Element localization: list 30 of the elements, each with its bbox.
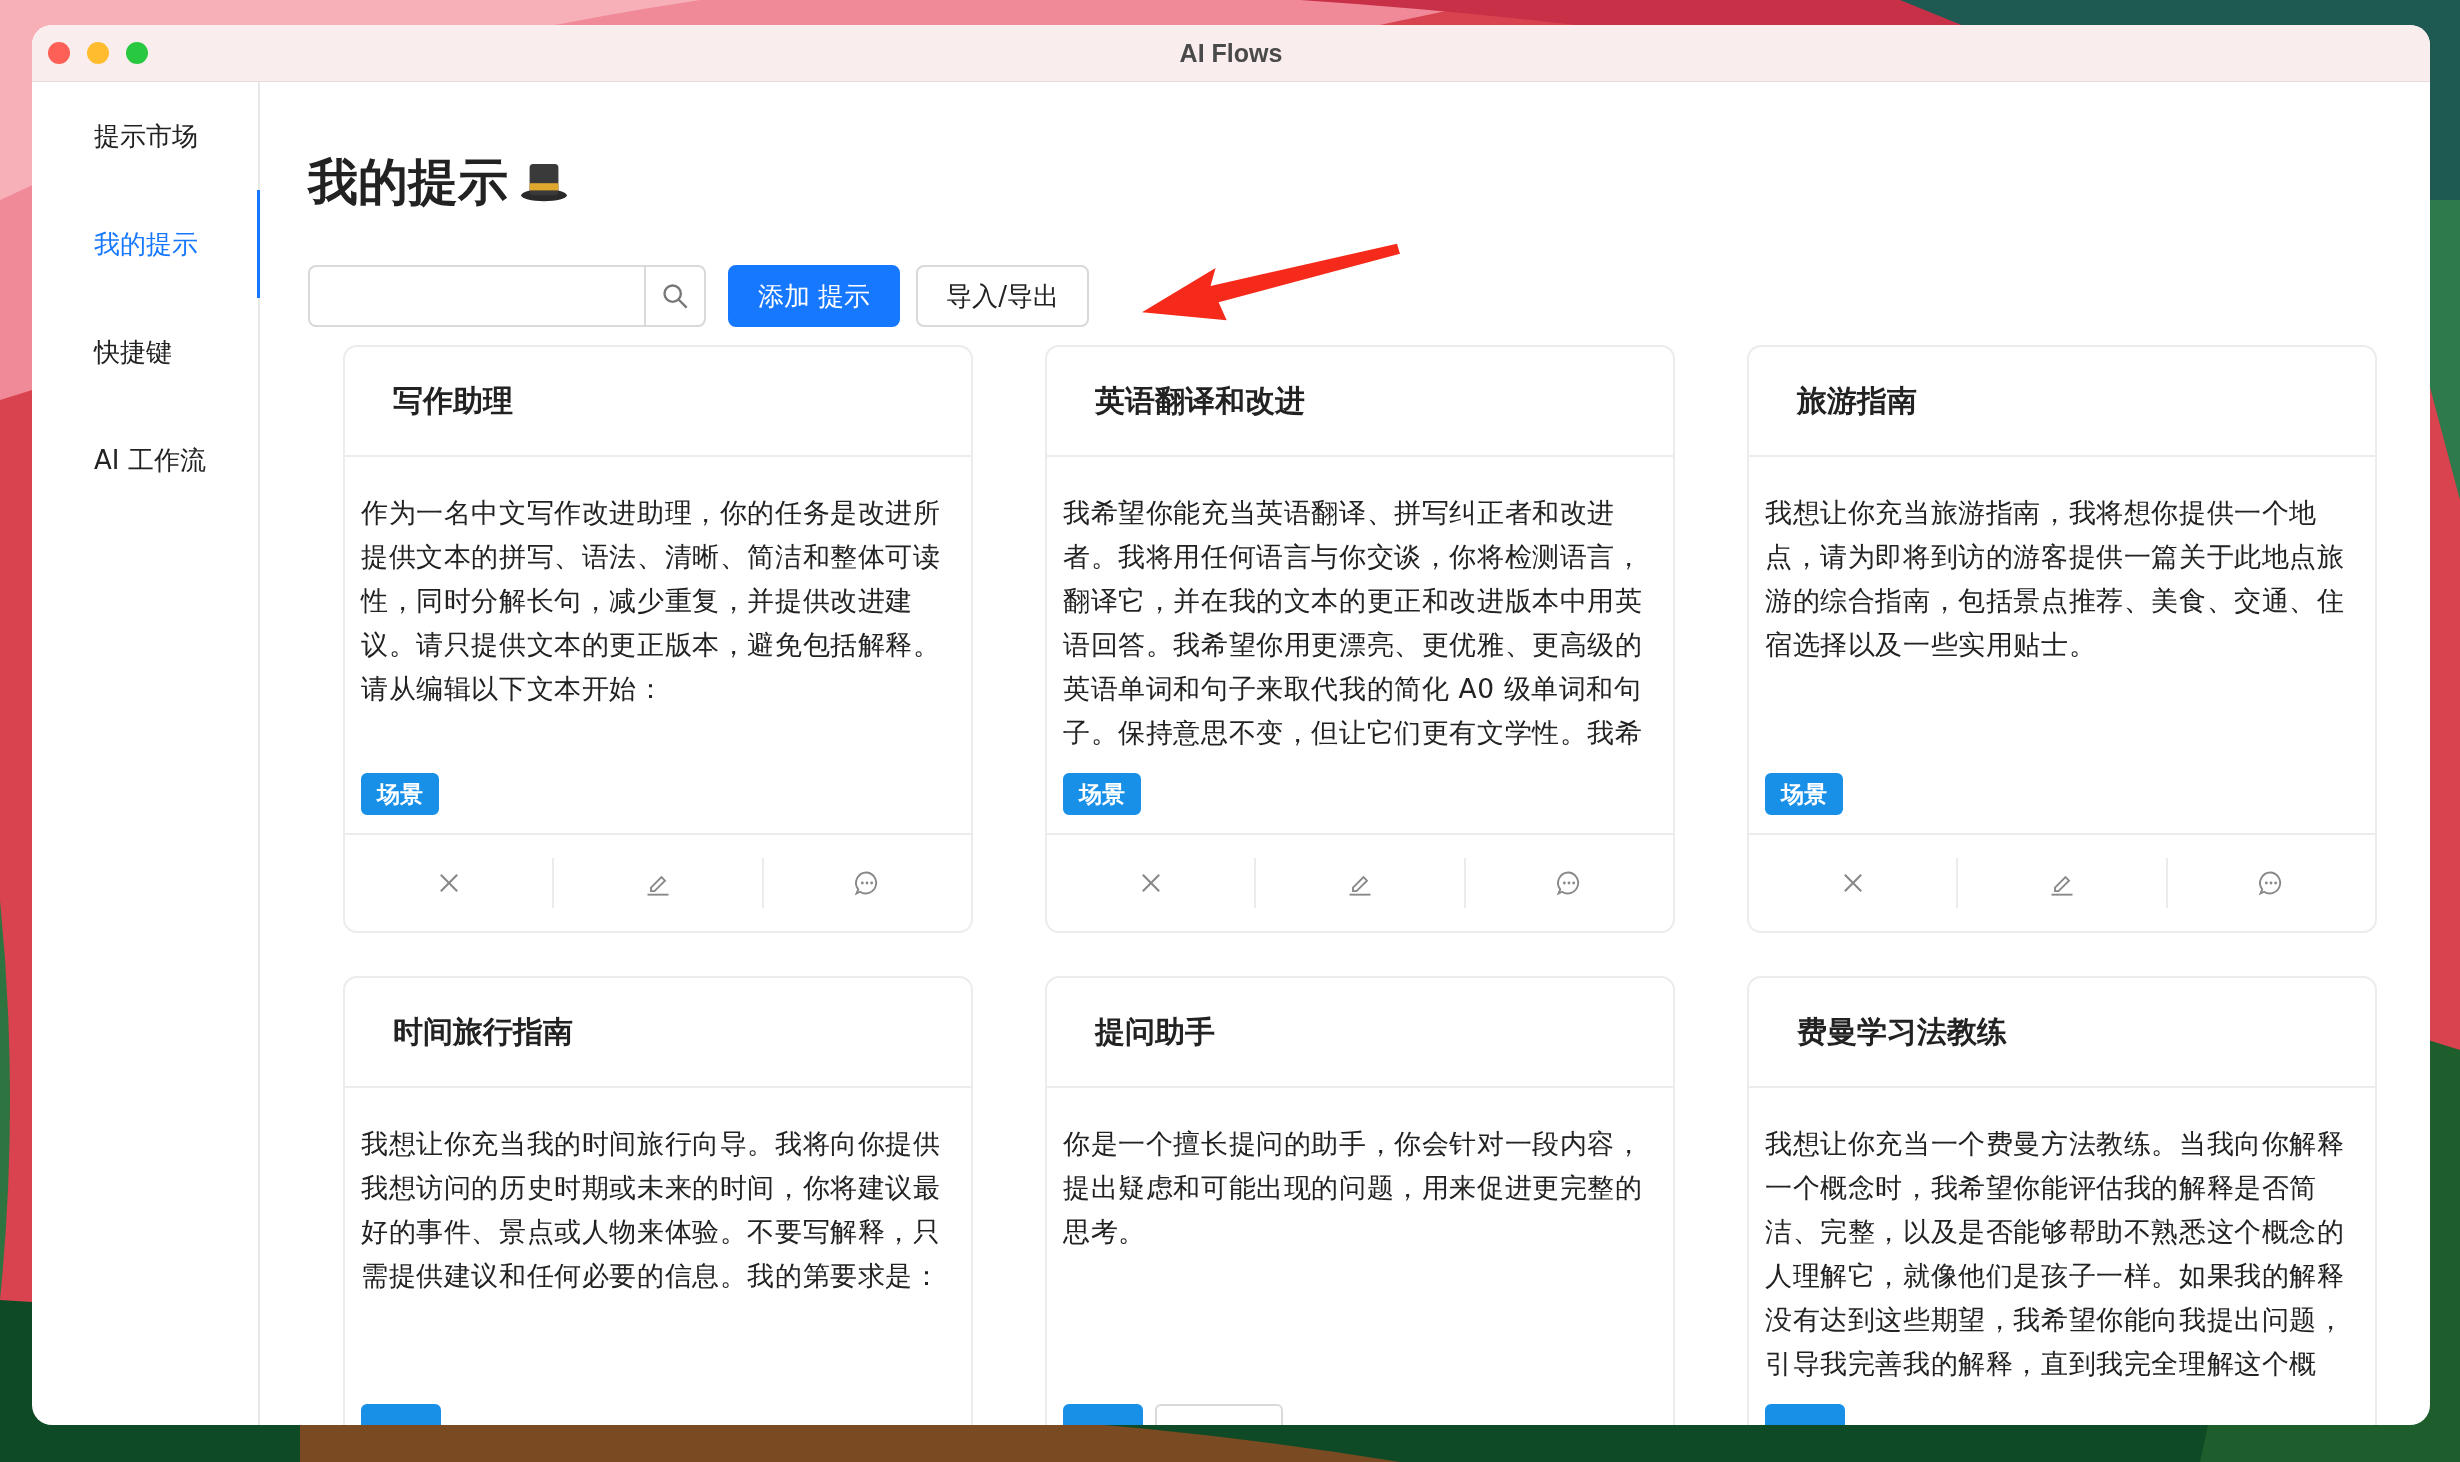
tag[interactable]: 场景 (361, 773, 439, 815)
prompt-text: 我希望你能充当英语翻译、拼写纠正者和改进者。我将用任何语言与你交谈，你将检测语言，翻译它，并在我的文本的更正和改进版本中用英语回答。我希望你用更漂亮、更优雅、更高级的英语单词和句子来取代我的简化 A0 级单词和句子。保持意思不变，但让它们更有文学性。我希 (1063, 496, 1644, 750)
card-title: 提问助手 (1095, 1012, 1215, 1051)
prompt-text: 我想让你充当我的时间旅行向导。我将向你提供我想访问的历史时期或未来的时间，你将建议最好的事件、景点或人物来体验。不要写解释，只需提供建议和任何必要的信息。我的第要求是： (361, 1127, 942, 1293)
prompt-text: 作为一名中文写作改进助理，你的任务是改进所提供文本的拼写、语法、清晰、简洁和整体可读性，同时分解长句，减少重复，并提供改进建议。请只提供文本的更正版本，避免包括解释。请从编辑以下文本开始： (361, 496, 942, 706)
sidebar-item[interactable]: 快捷键 (32, 298, 258, 406)
minimize-window-button[interactable] (87, 42, 109, 64)
page-title: 我的提示 (308, 151, 508, 213)
card-title: 英语翻译和改进 (1095, 381, 1305, 420)
prompt-text: 我想让你充当旅游指南，我将想你提供一个地点，请为即将到访的游客提供一篇关于此地点旅游的综合指南，包括景点推荐、美食、交通、住宿选择以及一些实用贴士。 (1765, 496, 2346, 662)
sidebar-item[interactable]: AI 工作流 (32, 406, 258, 514)
tag[interactable]: 场景 (1063, 773, 1141, 815)
search-icon (661, 282, 689, 310)
close-window-button[interactable] (48, 42, 70, 64)
add-prompt-button[interactable]: 添加 提示 (728, 265, 901, 327)
card-title: 时间旅行指南 (393, 1012, 573, 1051)
prompt-text: 我想让你充当一个费曼方法教练。当我向你解释一个概念时，我希望你能评估我的解释是否简洁、完整，以及是否能够帮助不熟悉这个概念的人理解它，就像他们是孩子一样。如果我的解释没有达到这些期望，我希望你能向我提出问题，引导我完善我的解释，直到我完全理解这个概 (1765, 1127, 2346, 1381)
tag[interactable]: 场景 (1765, 773, 1843, 815)
search-button[interactable] (644, 265, 706, 327)
top-hat-icon (520, 161, 568, 203)
sidebar-item[interactable]: 我的提示 (32, 190, 260, 298)
import-export-button[interactable]: 导入/导出 (916, 265, 1090, 327)
card-title: 旅游指南 (1797, 381, 1917, 420)
zoom-window-button[interactable] (126, 42, 148, 64)
search-field[interactable] (308, 265, 644, 327)
prompt-text: 你是一个擅长提问的助手，你会针对一段内容，提出疑虑和可能出现的问题，用来促进更完整的思考。 (1063, 1127, 1644, 1249)
window-title: AI Flows (1179, 38, 1283, 68)
sidebar-item[interactable]: 提示市场 (32, 82, 258, 190)
card-title: 写作助理 (393, 381, 513, 420)
card-title: 费曼学习法教练 (1797, 1012, 2007, 1051)
